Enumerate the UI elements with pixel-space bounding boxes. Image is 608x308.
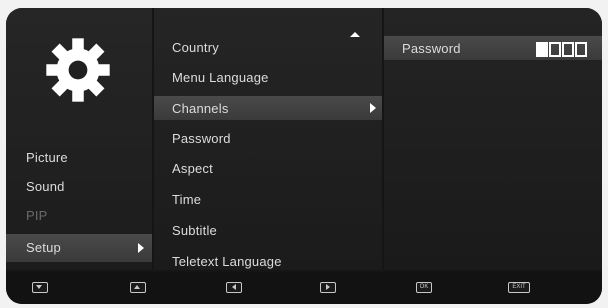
menu-item-setup[interactable]: Setup [26,240,61,255]
submenu-item-subtitle[interactable]: Subtitle [172,223,217,238]
password-digit-box [575,42,587,57]
submenu-item-time[interactable]: Time [172,192,201,207]
submenu-item-menu-language[interactable]: Menu Language [172,70,269,85]
password-label: Password [402,41,461,56]
down-arrow-icon [36,285,42,289]
submenu-item-password[interactable]: Password [172,131,231,146]
password-digit-box [549,42,561,57]
tv-menu-screen: Picture Sound PIP Setup Country Menu Lan… [6,8,602,304]
right-button[interactable] [320,282,336,293]
main-menu-panel: Picture Sound PIP Setup [6,8,152,270]
submenu-item-aspect[interactable]: Aspect [172,161,213,176]
channels-panel: Password [384,8,602,270]
scroll-up-icon[interactable] [350,32,360,37]
right-arrow-icon [326,284,330,290]
gear-icon [46,38,110,102]
left-arrow-icon [232,284,236,290]
chevron-right-icon [138,243,144,253]
submenu-item-channels[interactable]: Channels [172,101,229,116]
exit-button-label: EXIT [512,284,526,290]
menu-item-sound[interactable]: Sound [26,179,65,194]
password-digit-box [536,42,548,57]
menu-item-pip: PIP [26,208,48,223]
menu-item-picture[interactable]: Picture [26,150,68,165]
password-input[interactable] [536,42,588,62]
submenu-item-country[interactable]: Country [172,40,219,55]
up-button[interactable] [130,282,146,293]
ok-button[interactable]: OK [416,282,432,293]
chevron-right-icon [370,103,376,113]
exit-button[interactable]: EXIT [508,282,530,293]
submenu-item-teletext-language[interactable]: Teletext Language [172,254,282,269]
password-digit-box [562,42,574,57]
remote-hint-bar: OK EXIT [6,272,602,304]
ok-button-label: OK [419,284,429,290]
down-button[interactable] [32,282,48,293]
up-arrow-icon [134,285,140,289]
left-button[interactable] [226,282,242,293]
setup-submenu-panel: Country Menu Language Channels Password … [154,8,382,283]
